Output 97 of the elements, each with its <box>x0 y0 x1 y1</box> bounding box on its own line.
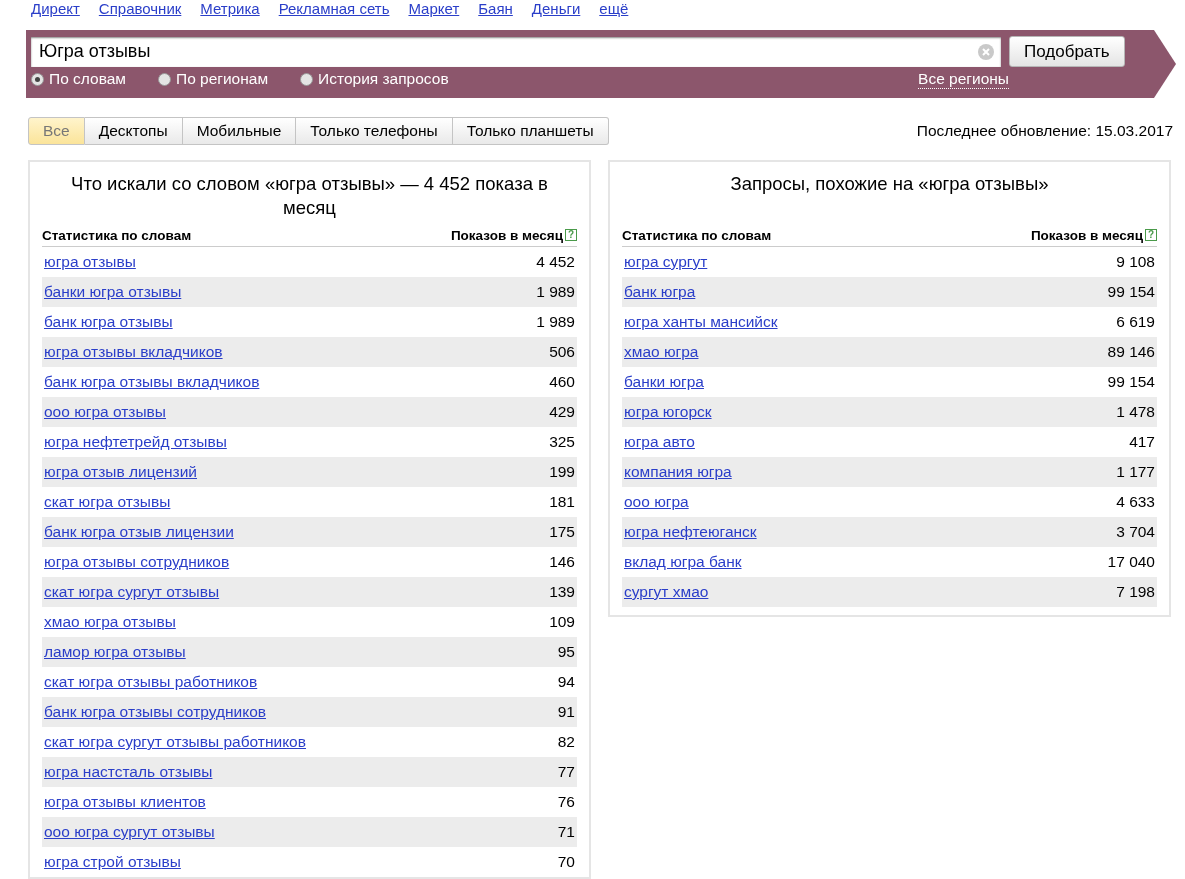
impressions-count: 460 <box>549 373 575 391</box>
impressions-count: 417 <box>1129 433 1155 451</box>
panel-title: Запросы, похожие на «югра отзывы» <box>729 172 1050 196</box>
nav-link[interactable]: Справочник <box>98 0 182 17</box>
keyword-link[interactable]: югра авто <box>624 433 695 451</box>
impressions-count: 99 154 <box>1107 283 1155 301</box>
device-tab[interactable]: Только телефоны <box>296 117 453 145</box>
search-field[interactable]: Югра отзывы <box>31 36 1001 67</box>
impressions-count: 91 <box>557 703 575 721</box>
impressions-count: 1 478 <box>1116 403 1155 421</box>
impressions-count: 146 <box>549 553 575 571</box>
radio-label[interactable]: История запросов <box>318 70 449 88</box>
impressions-count: 71 <box>557 823 575 841</box>
impressions-count: 3 704 <box>1116 523 1155 541</box>
keyword-link[interactable]: хмао югра <box>624 343 699 361</box>
keyword-link[interactable]: банки югра <box>624 373 704 391</box>
impressions-count: 1 989 <box>536 283 575 301</box>
search-button[interactable]: Подобрать <box>1009 36 1125 67</box>
impressions-count: 9 108 <box>1116 253 1155 271</box>
nav-link[interactable]: Метрика <box>200 0 260 17</box>
column-header: Статистика по словам <box>622 227 772 243</box>
impressions-count: 139 <box>549 583 575 601</box>
keyword-link[interactable]: банк югра отзыв лицензии <box>44 523 234 541</box>
keyword-link[interactable]: ооо югра сургут отзывы <box>44 823 215 841</box>
keyword-link[interactable]: банк югра отзывы вкладчиков <box>44 373 260 391</box>
keyword-link[interactable]: вклад югра банк <box>624 553 742 571</box>
impressions-count: 181 <box>549 493 575 511</box>
nav-link[interactable]: Рекламная сеть <box>278 0 390 17</box>
nav-link[interactable]: Маркет <box>408 0 460 17</box>
column-header: Статистика по словам <box>42 227 192 243</box>
impressions-count: 199 <box>549 463 575 481</box>
keyword-link[interactable]: скат югра отзывы работников <box>44 673 258 691</box>
keyword-link[interactable]: банк югра <box>624 283 696 301</box>
impressions-count: 175 <box>549 523 575 541</box>
impressions-count: 99 154 <box>1107 373 1155 391</box>
impressions-count: 94 <box>557 673 575 691</box>
nav-link[interactable]: Баян <box>478 0 513 17</box>
nav-link[interactable]: Директ <box>31 0 80 17</box>
keyword-link[interactable]: банк югра отзывы сотрудников <box>44 703 266 721</box>
radio-button[interactable] <box>300 72 314 86</box>
keyword-link[interactable]: югра отзывы клиентов <box>44 793 206 811</box>
keyword-link[interactable]: югра отзывы вкладчиков <box>44 343 223 361</box>
keyword-link[interactable]: югра нефтеюганск <box>624 523 757 541</box>
keyword-link[interactable]: югра югорск <box>624 403 712 421</box>
impressions-count: 17 040 <box>1107 553 1155 571</box>
device-tab[interactable]: Только планшеты <box>452 117 609 145</box>
help-button[interactable]: ? <box>1145 229 1157 241</box>
radio-label[interactable]: По словам <box>49 70 126 88</box>
impressions-count: 429 <box>549 403 575 421</box>
keyword-link[interactable]: компания югра <box>624 463 732 481</box>
impressions-count: 76 <box>557 793 575 811</box>
impressions-count: 1 177 <box>1116 463 1155 481</box>
impressions-count: 89 146 <box>1107 343 1155 361</box>
keyword-link[interactable]: югра отзывы сотрудников <box>44 553 230 571</box>
impressions-count: 70 <box>557 853 575 871</box>
keyword-link[interactable]: банки югра отзывы <box>44 283 182 301</box>
keyword-link[interactable]: ламор югра отзывы <box>44 643 186 661</box>
device-tab[interactable]: Все <box>28 117 85 145</box>
keyword-link[interactable]: скат югра отзывы <box>44 493 171 511</box>
impressions-count: 4 633 <box>1116 493 1155 511</box>
keyword-link[interactable]: хмао югра отзывы <box>44 613 176 631</box>
nav-link[interactable]: ещё <box>599 0 629 17</box>
impressions-count: 7 198 <box>1116 583 1155 601</box>
radio-button[interactable] <box>158 72 171 86</box>
nav-link[interactable]: Деньги <box>531 0 581 17</box>
impressions-count: 1 989 <box>536 313 575 331</box>
keyword-link[interactable]: югра отзыв лицензий <box>44 463 197 481</box>
impressions-count: 77 <box>557 763 575 781</box>
keyword-link[interactable]: югра ханты мансийск <box>624 313 778 331</box>
impressions-count: 95 <box>557 643 575 661</box>
keyword-link[interactable]: югра отзывы <box>44 253 136 271</box>
impressions-count: 325 <box>549 433 575 451</box>
keyword-link[interactable]: банк югра отзывы <box>44 313 173 331</box>
impressions-count: 109 <box>549 613 575 631</box>
keyword-link[interactable]: ооо югра отзывы <box>44 403 166 421</box>
impressions-count: 82 <box>557 733 575 751</box>
keyword-link[interactable]: югра настсталь отзывы <box>44 763 213 781</box>
column-header: Показов в месяц <box>450 227 563 243</box>
device-tab[interactable]: Десктопы <box>84 117 183 145</box>
keyword-link[interactable]: югра строй отзывы <box>44 853 181 871</box>
panel-title: Что искали со словом «югра отзывы» — 4 452 показа в месяц <box>70 172 549 220</box>
radio-label[interactable]: По регионам <box>176 70 269 88</box>
keyword-link[interactable]: югра сургут <box>624 253 708 271</box>
impressions-count: 4 452 <box>536 253 575 271</box>
keyword-link[interactable]: ооо югра <box>624 493 689 511</box>
keyword-link[interactable]: сургут хмао <box>624 583 709 601</box>
keyword-link[interactable]: югра нефтетрейд отзывы <box>44 433 227 451</box>
help-button[interactable]: ? <box>565 229 577 241</box>
impressions-count: 506 <box>549 343 575 361</box>
radio-button[interactable] <box>31 72 44 86</box>
keyword-link[interactable]: скат югра сургут отзывы <box>44 583 220 601</box>
last-update-text: Последнее обновление: 15.03.2017 <box>916 122 1173 140</box>
column-header: Показов в месяц <box>1030 227 1143 243</box>
regions-link[interactable]: Все регионы <box>918 69 1009 89</box>
impressions-count: 6 619 <box>1116 313 1155 331</box>
device-tab[interactable]: Мобильные <box>182 117 297 145</box>
keyword-link[interactable]: скат югра сургут отзывы работников <box>44 733 306 751</box>
